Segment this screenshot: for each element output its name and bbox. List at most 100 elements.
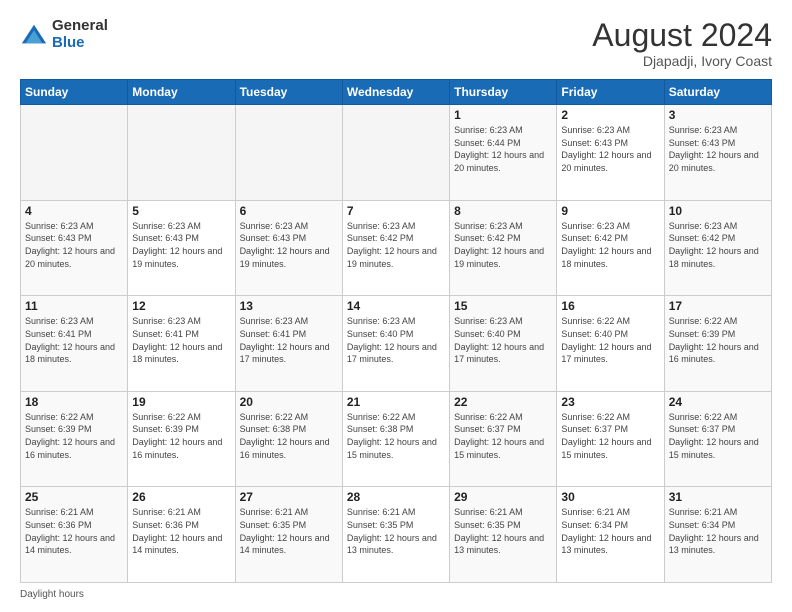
header-cell-thursday: Thursday: [450, 80, 557, 105]
footer: Daylight hours: [20, 589, 772, 600]
calendar-cell: 7 Sunrise: 6:23 AM Sunset: 6:42 PM Daylig…: [342, 200, 449, 296]
calendar-cell: [128, 105, 235, 201]
calendar-week-5: 25 Sunrise: 6:21 AM Sunset: 6:36 PM Dayli…: [21, 487, 772, 583]
calendar-week-3: 11Sunrise: 6:23 AM Sunset: 6:41 PM Dayli…: [21, 296, 772, 392]
day-number: 14: [347, 299, 445, 313]
calendar-cell: [21, 105, 128, 201]
day-info: Sunrise: 6:22 AM Sunset: 6:38 PM Dayligh…: [347, 411, 445, 461]
title-block: August 2024 Djapadji, Ivory Coast: [592, 18, 772, 69]
calendar-week-4: 18Sunrise: 6:22 AM Sunset: 6:39 PM Dayli…: [21, 391, 772, 487]
calendar-cell: [235, 105, 342, 201]
calendar-cell: 22 Sunrise: 6:22 AM Sunset: 6:37 PM Dayli…: [450, 391, 557, 487]
header: General Blue August 2024 Djapadji, Ivory…: [20, 18, 772, 69]
header-cell-friday: Friday: [557, 80, 664, 105]
day-info: Sunrise: 6:22 AM Sunset: 6:39 PM Dayligh…: [132, 411, 230, 461]
calendar-cell: 21Sunrise: 6:22 AM Sunset: 6:38 PM Dayli…: [342, 391, 449, 487]
header-cell-wednesday: Wednesday: [342, 80, 449, 105]
day-info: Sunrise: 6:23 AM Sunset: 6:43 PM Dayligh…: [132, 220, 230, 270]
day-number: 24: [669, 395, 767, 409]
calendar-cell: 25 Sunrise: 6:21 AM Sunset: 6:36 PM Dayli…: [21, 487, 128, 583]
day-info: Sunrise: 6:21 AM Sunset: 6:36 PM Dayligh…: [25, 506, 123, 556]
day-info: Sunrise: 6:23 AM Sunset: 6:41 PM Dayligh…: [25, 315, 123, 365]
header-row: SundayMondayTuesdayWednesdayThursdayFrid…: [21, 80, 772, 105]
day-number: 28: [347, 490, 445, 504]
page: General Blue August 2024 Djapadji, Ivory…: [0, 0, 792, 612]
day-number: 1: [454, 108, 552, 122]
day-number: 25: [25, 490, 123, 504]
day-info: Sunrise: 6:22 AM Sunset: 6:39 PM Dayligh…: [25, 411, 123, 461]
day-info: Sunrise: 6:22 AM Sunset: 6:40 PM Dayligh…: [561, 315, 659, 365]
day-number: 15: [454, 299, 552, 313]
day-info: Sunrise: 6:22 AM Sunset: 6:37 PM Dayligh…: [669, 411, 767, 461]
calendar-cell: 13Sunrise: 6:23 AM Sunset: 6:41 PM Dayli…: [235, 296, 342, 392]
day-info: Sunrise: 6:21 AM Sunset: 6:35 PM Dayligh…: [347, 506, 445, 556]
day-number: 9: [561, 204, 659, 218]
calendar-cell: 23 Sunrise: 6:22 AM Sunset: 6:37 PM Dayli…: [557, 391, 664, 487]
header-cell-monday: Monday: [128, 80, 235, 105]
footer-text: Daylight hours: [20, 589, 84, 600]
calendar-cell: 19 Sunrise: 6:22 AM Sunset: 6:39 PM Dayli…: [128, 391, 235, 487]
day-number: 17: [669, 299, 767, 313]
day-number: 23: [561, 395, 659, 409]
logo-general-text: General: [52, 18, 108, 35]
day-number: 31: [669, 490, 767, 504]
day-info: Sunrise: 6:21 AM Sunset: 6:35 PM Dayligh…: [454, 506, 552, 556]
calendar-cell: 24 Sunrise: 6:22 AM Sunset: 6:37 PM Dayli…: [664, 391, 771, 487]
calendar-cell: 28 Sunrise: 6:21 AM Sunset: 6:35 PM Dayli…: [342, 487, 449, 583]
day-number: 8: [454, 204, 552, 218]
day-number: 12: [132, 299, 230, 313]
day-info: Sunrise: 6:23 AM Sunset: 6:40 PM Dayligh…: [347, 315, 445, 365]
header-cell-tuesday: Tuesday: [235, 80, 342, 105]
calendar-body: 1 Sunrise: 6:23 AM Sunset: 6:44 PM Daylig…: [21, 105, 772, 583]
calendar-cell: 27 Sunrise: 6:21 AM Sunset: 6:35 PM Dayli…: [235, 487, 342, 583]
day-number: 30: [561, 490, 659, 504]
day-info: Sunrise: 6:21 AM Sunset: 6:34 PM Dayligh…: [561, 506, 659, 556]
logo-blue-text: Blue: [52, 35, 108, 52]
day-info: Sunrise: 6:23 AM Sunset: 6:40 PM Dayligh…: [454, 315, 552, 365]
day-number: 22: [454, 395, 552, 409]
day-info: Sunrise: 6:22 AM Sunset: 6:39 PM Dayligh…: [669, 315, 767, 365]
day-info: Sunrise: 6:22 AM Sunset: 6:37 PM Dayligh…: [561, 411, 659, 461]
calendar-cell: 30 Sunrise: 6:21 AM Sunset: 6:34 PM Dayli…: [557, 487, 664, 583]
calendar-cell: 6Sunrise: 6:23 AM Sunset: 6:43 PM Daylig…: [235, 200, 342, 296]
day-info: Sunrise: 6:23 AM Sunset: 6:42 PM Dayligh…: [669, 220, 767, 270]
day-info: Sunrise: 6:23 AM Sunset: 6:43 PM Dayligh…: [240, 220, 338, 270]
day-number: 20: [240, 395, 338, 409]
calendar-cell: 9Sunrise: 6:23 AM Sunset: 6:42 PM Daylig…: [557, 200, 664, 296]
sub-title: Djapadji, Ivory Coast: [592, 53, 772, 69]
header-cell-saturday: Saturday: [664, 80, 771, 105]
calendar-cell: 20 Sunrise: 6:22 AM Sunset: 6:38 PM Dayli…: [235, 391, 342, 487]
day-number: 3: [669, 108, 767, 122]
day-info: Sunrise: 6:22 AM Sunset: 6:38 PM Dayligh…: [240, 411, 338, 461]
logo-icon: [20, 21, 48, 49]
day-info: Sunrise: 6:21 AM Sunset: 6:36 PM Dayligh…: [132, 506, 230, 556]
day-number: 27: [240, 490, 338, 504]
calendar-cell: 17 Sunrise: 6:22 AM Sunset: 6:39 PM Dayli…: [664, 296, 771, 392]
day-info: Sunrise: 6:23 AM Sunset: 6:44 PM Dayligh…: [454, 124, 552, 174]
calendar-cell: 14 Sunrise: 6:23 AM Sunset: 6:40 PM Dayli…: [342, 296, 449, 392]
day-number: 5: [132, 204, 230, 218]
day-info: Sunrise: 6:23 AM Sunset: 6:41 PM Dayligh…: [240, 315, 338, 365]
day-info: Sunrise: 6:23 AM Sunset: 6:43 PM Dayligh…: [25, 220, 123, 270]
calendar-cell: 5 Sunrise: 6:23 AM Sunset: 6:43 PM Daylig…: [128, 200, 235, 296]
calendar-cell: 11Sunrise: 6:23 AM Sunset: 6:41 PM Dayli…: [21, 296, 128, 392]
calendar-cell: 18Sunrise: 6:22 AM Sunset: 6:39 PM Dayli…: [21, 391, 128, 487]
day-number: 29: [454, 490, 552, 504]
day-info: Sunrise: 6:23 AM Sunset: 6:41 PM Dayligh…: [132, 315, 230, 365]
logo: General Blue: [20, 18, 108, 51]
main-title: August 2024: [592, 18, 772, 53]
calendar-cell: 2Sunrise: 6:23 AM Sunset: 6:43 PM Daylig…: [557, 105, 664, 201]
day-number: 19: [132, 395, 230, 409]
calendar-cell: 4Sunrise: 6:23 AM Sunset: 6:43 PM Daylig…: [21, 200, 128, 296]
calendar-week-1: 1 Sunrise: 6:23 AM Sunset: 6:44 PM Daylig…: [21, 105, 772, 201]
calendar-table: SundayMondayTuesdayWednesdayThursdayFrid…: [20, 79, 772, 583]
day-info: Sunrise: 6:21 AM Sunset: 6:34 PM Dayligh…: [669, 506, 767, 556]
calendar-cell: 16Sunrise: 6:22 AM Sunset: 6:40 PM Dayli…: [557, 296, 664, 392]
day-info: Sunrise: 6:22 AM Sunset: 6:37 PM Dayligh…: [454, 411, 552, 461]
day-number: 7: [347, 204, 445, 218]
calendar-cell: [342, 105, 449, 201]
header-cell-sunday: Sunday: [21, 80, 128, 105]
day-info: Sunrise: 6:23 AM Sunset: 6:42 PM Dayligh…: [347, 220, 445, 270]
day-info: Sunrise: 6:21 AM Sunset: 6:35 PM Dayligh…: [240, 506, 338, 556]
calendar-cell: 8Sunrise: 6:23 AM Sunset: 6:42 PM Daylig…: [450, 200, 557, 296]
